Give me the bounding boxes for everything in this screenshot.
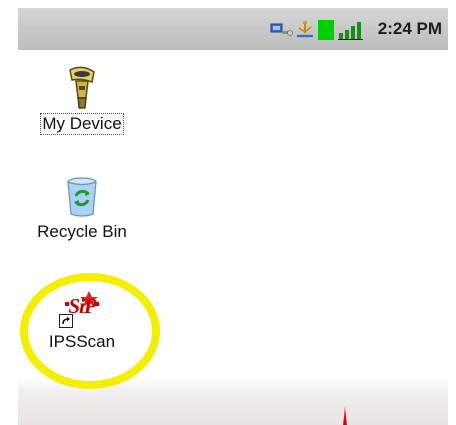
clock-time[interactable]: 2:24 PM (378, 19, 442, 39)
status-icons (270, 20, 366, 40)
recycle-bin-label: Recycle Bin (37, 222, 127, 241)
my-device-icon (69, 66, 95, 109)
desktop-icon-my-device[interactable]: My Device (30, 64, 134, 135)
my-device-label: My Device (40, 113, 124, 135)
status-bar: 2:24 PM (18, 8, 448, 50)
network-connection-icon[interactable] (270, 22, 294, 38)
highlight-circle-annotation (20, 273, 160, 389)
device-screen: 2:24 PM My Device Recycle Bin SiP IPSSca… (18, 8, 448, 425)
battery-icon[interactable] (318, 20, 334, 40)
usb-connection-icon[interactable] (295, 21, 315, 39)
signal-strength-icon[interactable] (338, 20, 364, 40)
recycle-bin-icon (67, 177, 97, 217)
desktop-icon-recycle-bin[interactable]: Recycle Bin (26, 176, 138, 242)
